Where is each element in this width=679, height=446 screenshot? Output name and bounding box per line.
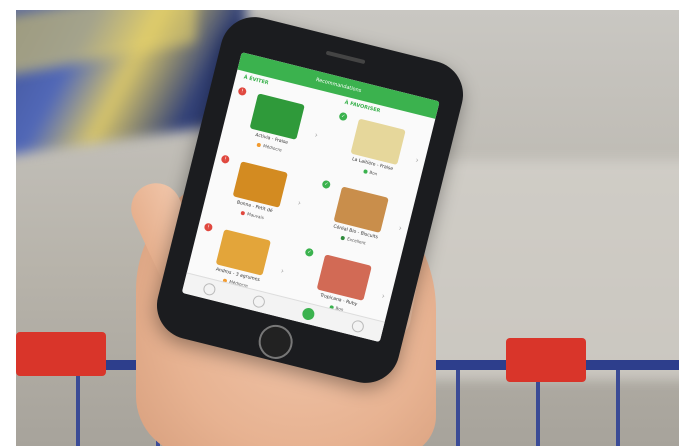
cart-red-grip-right: [506, 338, 586, 382]
status-badge-icon: ✓: [338, 111, 349, 122]
chevron-right-icon: ›: [313, 130, 319, 140]
status-badge-icon: ✓: [321, 179, 332, 190]
phone-screen: Recommandations À ÉVITER À FAVORISER ! A…: [181, 52, 440, 343]
grade-dot-icon: [240, 210, 246, 216]
grade-label: Excellent: [346, 236, 367, 246]
tab-recommendations-icon[interactable]: [300, 306, 316, 322]
phone-speaker: [325, 50, 366, 65]
grade-label: Bon: [368, 169, 378, 177]
home-button[interactable]: [255, 321, 297, 363]
status-badge-icon: ✓: [304, 247, 315, 258]
status-badge-icon: !: [220, 154, 231, 165]
grade-label: Médiocre: [262, 143, 283, 153]
chevron-right-icon: ›: [380, 291, 386, 301]
grade-dot-icon: [256, 142, 262, 148]
grade-dot-icon: [340, 235, 346, 241]
chevron-right-icon: ›: [414, 155, 420, 166]
tab-scan-icon[interactable]: [201, 281, 217, 297]
chevron-right-icon: ›: [279, 266, 286, 276]
chevron-right-icon: ›: [397, 223, 403, 233]
grade-label: Mauvais: [246, 211, 265, 221]
cart-wire: [76, 370, 80, 446]
supermarket-photo: Recommandations À ÉVITER À FAVORISER ! A…: [16, 10, 679, 446]
status-badge-icon: !: [203, 222, 214, 233]
photo-scene: Recommandations À ÉVITER À FAVORISER ! A…: [0, 0, 679, 446]
tab-list-icon[interactable]: [251, 294, 266, 309]
cart-wire: [456, 370, 460, 446]
tab-info-icon[interactable]: [350, 318, 365, 334]
chevron-right-icon: ›: [296, 198, 302, 208]
status-badge-icon: !: [237, 86, 248, 97]
cart-red-grip-left: [16, 332, 106, 376]
cart-wire: [616, 370, 620, 446]
app-title: Recommandations: [315, 76, 362, 95]
grade-dot-icon: [363, 169, 368, 175]
